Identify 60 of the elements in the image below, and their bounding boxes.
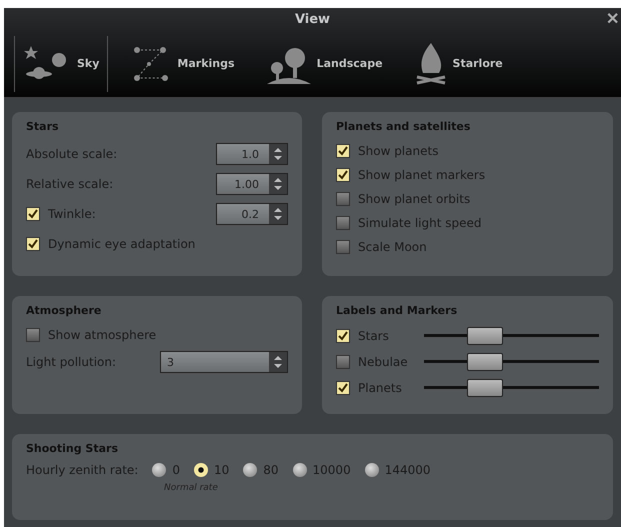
field-label: Light pollution: bbox=[26, 355, 116, 369]
checkbox[interactable] bbox=[26, 207, 40, 221]
option-label: Twinkle: bbox=[48, 207, 96, 221]
spin-box[interactable]: 0.2 bbox=[216, 203, 288, 225]
checkbox[interactable] bbox=[336, 168, 350, 182]
field-label: Relative scale: bbox=[26, 177, 114, 191]
radio-button[interactable] bbox=[292, 463, 307, 477]
radio-button[interactable] bbox=[243, 463, 258, 477]
panel-title: Labels and Markers bbox=[336, 304, 458, 317]
campfire-icon bbox=[414, 42, 447, 84]
option-label: 10 bbox=[214, 463, 230, 477]
slider-thumb[interactable] bbox=[466, 379, 502, 397]
spin-arrows-icon[interactable] bbox=[273, 355, 283, 369]
field-label: Absolute scale: bbox=[26, 147, 118, 161]
spin-arrows-icon[interactable] bbox=[273, 207, 283, 221]
panel-title: Shooting Stars bbox=[26, 442, 120, 455]
close-button[interactable]: ✕ bbox=[604, 9, 621, 29]
option-label: Show planet markers bbox=[358, 168, 486, 182]
slider-thumb[interactable] bbox=[466, 327, 502, 345]
checkbox[interactable] bbox=[26, 328, 40, 342]
option-label: Show atmosphere bbox=[48, 328, 156, 342]
option-label: 80 bbox=[263, 463, 279, 477]
rate-note: Normal rate bbox=[164, 483, 219, 493]
option-label: Show planets bbox=[358, 144, 438, 158]
option-label: 144000 bbox=[384, 463, 431, 477]
radio-button[interactable] bbox=[194, 463, 208, 477]
option-label: 0 bbox=[172, 463, 180, 477]
checkbox[interactable] bbox=[336, 216, 350, 230]
panel-title: Stars bbox=[26, 120, 60, 133]
radio-button[interactable] bbox=[152, 463, 166, 477]
spin-box[interactable]: 1.00 bbox=[216, 173, 288, 195]
slider-thumb[interactable] bbox=[466, 353, 502, 371]
tab[interactable]: Markings bbox=[122, 36, 244, 92]
option-label: Stars bbox=[358, 329, 389, 343]
option-label: Scale Moon bbox=[358, 240, 427, 254]
spin-arrows-icon[interactable] bbox=[273, 177, 283, 191]
checkbox[interactable] bbox=[336, 381, 350, 395]
option-label: Show planet orbits bbox=[358, 192, 470, 206]
panel-title: Planets and satellites bbox=[336, 120, 472, 133]
radio-button[interactable] bbox=[364, 463, 379, 477]
option-label: Nebulae bbox=[358, 355, 408, 369]
tab[interactable]: Starlore bbox=[406, 36, 512, 92]
window-title: View bbox=[294, 12, 330, 26]
spin-box[interactable]: 3 bbox=[160, 351, 288, 373]
checkbox[interactable] bbox=[26, 237, 40, 251]
checkbox[interactable] bbox=[336, 240, 350, 254]
spin-arrows-icon[interactable] bbox=[273, 147, 283, 161]
checkbox[interactable] bbox=[336, 144, 350, 158]
spin-box[interactable]: 1.0 bbox=[216, 143, 288, 165]
option-label: Simulate light speed bbox=[358, 216, 482, 230]
tab[interactable]: Sky bbox=[14, 36, 108, 92]
checkbox[interactable] bbox=[336, 192, 350, 206]
field-label: Hourly zenith rate: bbox=[26, 463, 138, 477]
panel-title: Atmosphere bbox=[26, 304, 102, 317]
checkbox[interactable] bbox=[336, 329, 350, 343]
option-label: Dynamic eye adaptation bbox=[48, 237, 196, 251]
option-label: 10000 bbox=[312, 463, 351, 477]
option-label: Planets bbox=[358, 381, 402, 395]
checkbox[interactable] bbox=[336, 355, 350, 369]
tab[interactable]: Landscape bbox=[258, 36, 392, 92]
